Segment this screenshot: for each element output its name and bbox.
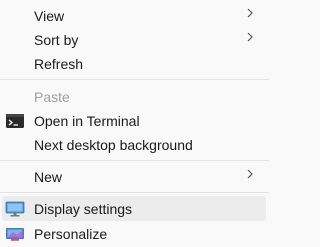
desktop-context-menu: View Sort by Refresh Paste Open in Termi… — [0, 0, 269, 247]
menu-item-display-settings-label: Display settings — [34, 201, 133, 217]
menu-item-personalize[interactable]: Personalize — [0, 222, 269, 246]
menu-separator — [0, 192, 269, 193]
menu-item-open-terminal-label: Open in Terminal — [34, 113, 140, 129]
menu-separator — [0, 79, 269, 80]
menu-item-personalize-label: Personalize — [34, 226, 108, 242]
menu-item-next-background-label: Next desktop background — [34, 137, 193, 153]
menu-item-new[interactable]: New — [0, 165, 269, 189]
chevron-right-icon — [247, 169, 253, 179]
menu-item-view-label: View — [34, 8, 65, 24]
menu-item-open-terminal[interactable]: Open in Terminal — [0, 109, 269, 133]
menu-item-sort-by[interactable]: Sort by — [0, 28, 269, 52]
menu-item-paste-label: Paste — [34, 89, 70, 105]
menu-item-sort-by-label: Sort by — [34, 32, 79, 48]
menu-item-view[interactable]: View — [0, 4, 269, 28]
chevron-right-icon — [247, 8, 253, 18]
monitor-icon — [5, 201, 25, 217]
personalize-icon — [6, 228, 24, 241]
chevron-right-icon — [247, 32, 253, 42]
menu-item-paste: Paste — [0, 85, 269, 109]
menu-separator — [0, 160, 269, 161]
menu-item-refresh[interactable]: Refresh — [0, 52, 269, 76]
menu-item-next-background[interactable]: Next desktop background — [0, 133, 269, 157]
menu-item-new-label: New — [34, 169, 63, 185]
menu-item-refresh-label: Refresh — [34, 56, 84, 72]
terminal-icon — [6, 114, 24, 128]
menu-item-display-settings[interactable]: Display settings — [0, 197, 269, 221]
